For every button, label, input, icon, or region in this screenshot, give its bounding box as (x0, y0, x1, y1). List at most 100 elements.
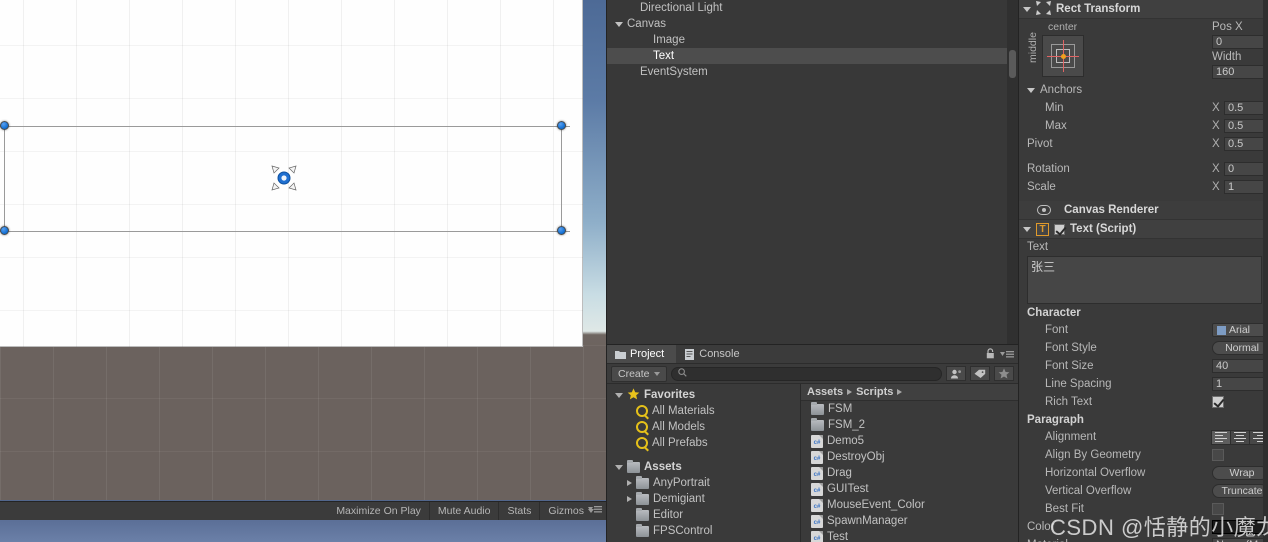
font-style-dropdown[interactable]: Normal (1212, 341, 1268, 355)
resize-handle-bottom-left[interactable] (0, 226, 9, 235)
project-tree-item-editor[interactable]: Editor (607, 507, 800, 523)
color-swatch[interactable] (1212, 520, 1268, 534)
asset-item-drag[interactable]: Drag (801, 465, 1018, 481)
hamburger-menu-icon[interactable] (1000, 349, 1014, 362)
font-row[interactable]: Font Arial (1019, 321, 1268, 339)
canvas-renderer-header[interactable]: Canvas Renderer (1019, 201, 1268, 220)
create-button[interactable]: Create (611, 365, 667, 382)
pivot-row[interactable]: Pivot X 0.5 (1019, 135, 1268, 153)
line-spacing-field[interactable]: 1 (1212, 377, 1268, 391)
filter-favorites-button[interactable] (994, 366, 1014, 381)
alignment-row[interactable]: Alignment (1019, 428, 1268, 446)
rich-text-row[interactable]: Rich Text (1019, 393, 1268, 411)
tab-console[interactable]: Console (676, 345, 751, 363)
anchor-max-x-field[interactable]: 0.5 (1224, 119, 1268, 133)
alignment-button-group[interactable] (1211, 429, 1268, 445)
hierarchy-item-directional-light[interactable]: Directional Light (607, 0, 1018, 16)
material-row[interactable]: Material None (Ma (1019, 536, 1268, 542)
pos-x-field[interactable]: 0 (1212, 35, 1268, 49)
project-tree-item-all-materials[interactable]: All Materials (607, 403, 800, 419)
project-panel[interactable]: Project Console Create Favorites All Mat… (606, 344, 1018, 542)
anchor-pivot-gizmo[interactable] (269, 163, 299, 193)
hierarchy-scrollbar-thumb[interactable] (1009, 50, 1016, 78)
chevron-down-icon[interactable] (1027, 87, 1035, 93)
align-by-geometry-row[interactable]: Align By Geometry (1019, 446, 1268, 464)
align-center-button[interactable] (1230, 429, 1249, 445)
inspector-scrollbar[interactable] (1263, 0, 1268, 542)
best-fit-row[interactable]: Best Fit (1019, 500, 1268, 518)
asset-item-mouseevent-color[interactable]: MouseEvent_Color (801, 497, 1018, 513)
horizontal-overflow-dropdown[interactable]: Wrap (1212, 466, 1268, 480)
lock-icon[interactable] (986, 348, 995, 362)
font-size-field[interactable]: 40 (1212, 359, 1268, 373)
project-tree-item-all-prefabs[interactable]: All Prefabs (607, 435, 800, 451)
asset-item-test[interactable]: Test (801, 529, 1018, 542)
hierarchy-scrollbar[interactable] (1007, 0, 1018, 344)
project-toolbar[interactable]: Create (607, 364, 1018, 384)
stats-button[interactable]: Stats (499, 502, 541, 520)
color-row[interactable]: Color (1019, 518, 1268, 536)
chevron-down-icon[interactable] (1023, 6, 1031, 12)
text-content-textarea[interactable]: 张三 (1027, 256, 1262, 304)
project-tabs-bar[interactable]: Project Console (607, 345, 1018, 364)
scale-x-field[interactable]: 1 (1224, 180, 1268, 194)
chevron-down-icon[interactable] (615, 21, 623, 27)
anchor-max-row[interactable]: Max X 0.5 (1019, 117, 1268, 135)
project-tree[interactable]: Favorites All Materials All Models All Pref… (607, 384, 801, 542)
search-input[interactable] (670, 366, 942, 381)
asset-item-guitest[interactable]: GUITest (801, 481, 1018, 497)
resize-handle-bottom-right[interactable] (557, 226, 566, 235)
hierarchy-item-eventsystem[interactable]: EventSystem (607, 64, 1018, 80)
align-by-geometry-checkbox[interactable] (1212, 449, 1224, 461)
material-field[interactable]: None (Ma (1212, 538, 1268, 542)
rotation-x-field[interactable]: 0 (1224, 162, 1268, 176)
text-component-enabled-checkbox[interactable] (1054, 223, 1065, 235)
best-fit-checkbox[interactable] (1212, 503, 1224, 515)
mute-audio-button[interactable]: Mute Audio (430, 502, 500, 520)
hierarchy-item-text[interactable]: Text (607, 48, 1018, 64)
resize-handle-top-right[interactable] (557, 121, 566, 130)
anchor-min-x-field[interactable]: 0.5 (1224, 101, 1268, 115)
horizontal-overflow-row[interactable]: Horizontal Overflow Wrap (1019, 464, 1268, 482)
breadcrumb[interactable]: Assets Scripts (801, 384, 1018, 401)
project-tree-item-assets[interactable]: Assets (607, 459, 800, 475)
hierarchy-item-canvas[interactable]: Canvas (607, 16, 1018, 32)
align-left-button[interactable] (1211, 429, 1230, 445)
rich-text-checkbox[interactable] (1212, 396, 1224, 408)
filter-by-label-button[interactable] (970, 366, 990, 381)
breadcrumb-item-scripts[interactable]: Scripts (856, 386, 893, 398)
chevron-down-icon[interactable] (615, 392, 623, 398)
tab-project[interactable]: Project (607, 345, 677, 363)
project-tree-item-all-models[interactable]: All Models (607, 419, 800, 435)
width-field[interactable]: 160 (1212, 65, 1268, 79)
vertical-overflow-dropdown[interactable]: Truncate (1212, 484, 1268, 498)
filter-by-type-button[interactable] (946, 366, 966, 381)
resize-handle-top-left[interactable] (0, 121, 9, 130)
font-style-row[interactable]: Font Style Normal (1019, 339, 1268, 357)
maximize-on-play-button[interactable]: Maximize On Play (328, 502, 430, 520)
asset-item-spawnmanager[interactable]: SpawnManager (801, 513, 1018, 529)
view-options-menu-icon[interactable] (588, 504, 602, 514)
asset-item-fsm-2[interactable]: FSM_2 (801, 417, 1018, 433)
scale-row[interactable]: Scale X 1 (1019, 178, 1268, 196)
anchor-preset-widget[interactable] (1042, 35, 1084, 77)
inspector-panel[interactable]: Rect Transform middle center Pos X 0 Wid… (1018, 0, 1268, 542)
rotation-row[interactable]: Rotation X 0 (1019, 160, 1268, 178)
text-script-header[interactable]: T Text (Script) (1019, 220, 1268, 239)
project-asset-list[interactable]: Assets Scripts FSM FSM_2 Demo5 DestroyObj Dr… (801, 384, 1018, 542)
chevron-down-icon[interactable] (1023, 226, 1031, 232)
project-tree-item-anyportrait[interactable]: AnyPortrait (607, 475, 800, 491)
breadcrumb-item-assets[interactable]: Assets (807, 386, 843, 398)
font-dropdown[interactable]: Arial (1212, 323, 1268, 337)
project-tree-item-demigiant[interactable]: Demigiant (607, 491, 800, 507)
chevron-right-icon[interactable] (627, 496, 632, 502)
hierarchy-item-image[interactable]: Image (607, 32, 1018, 48)
chevron-down-icon[interactable] (615, 464, 623, 470)
anchor-min-row[interactable]: Min X 0.5 (1019, 99, 1268, 117)
vertical-overflow-row[interactable]: Vertical Overflow Truncate (1019, 482, 1268, 500)
line-spacing-row[interactable]: Line Spacing 1 (1019, 375, 1268, 393)
asset-item-demo5[interactable]: Demo5 (801, 433, 1018, 449)
chevron-right-icon[interactable] (627, 480, 632, 486)
asset-item-destroyobj[interactable]: DestroyObj (801, 449, 1018, 465)
hierarchy-panel[interactable]: Directional Light Canvas Image Text EventSys… (606, 0, 1018, 344)
